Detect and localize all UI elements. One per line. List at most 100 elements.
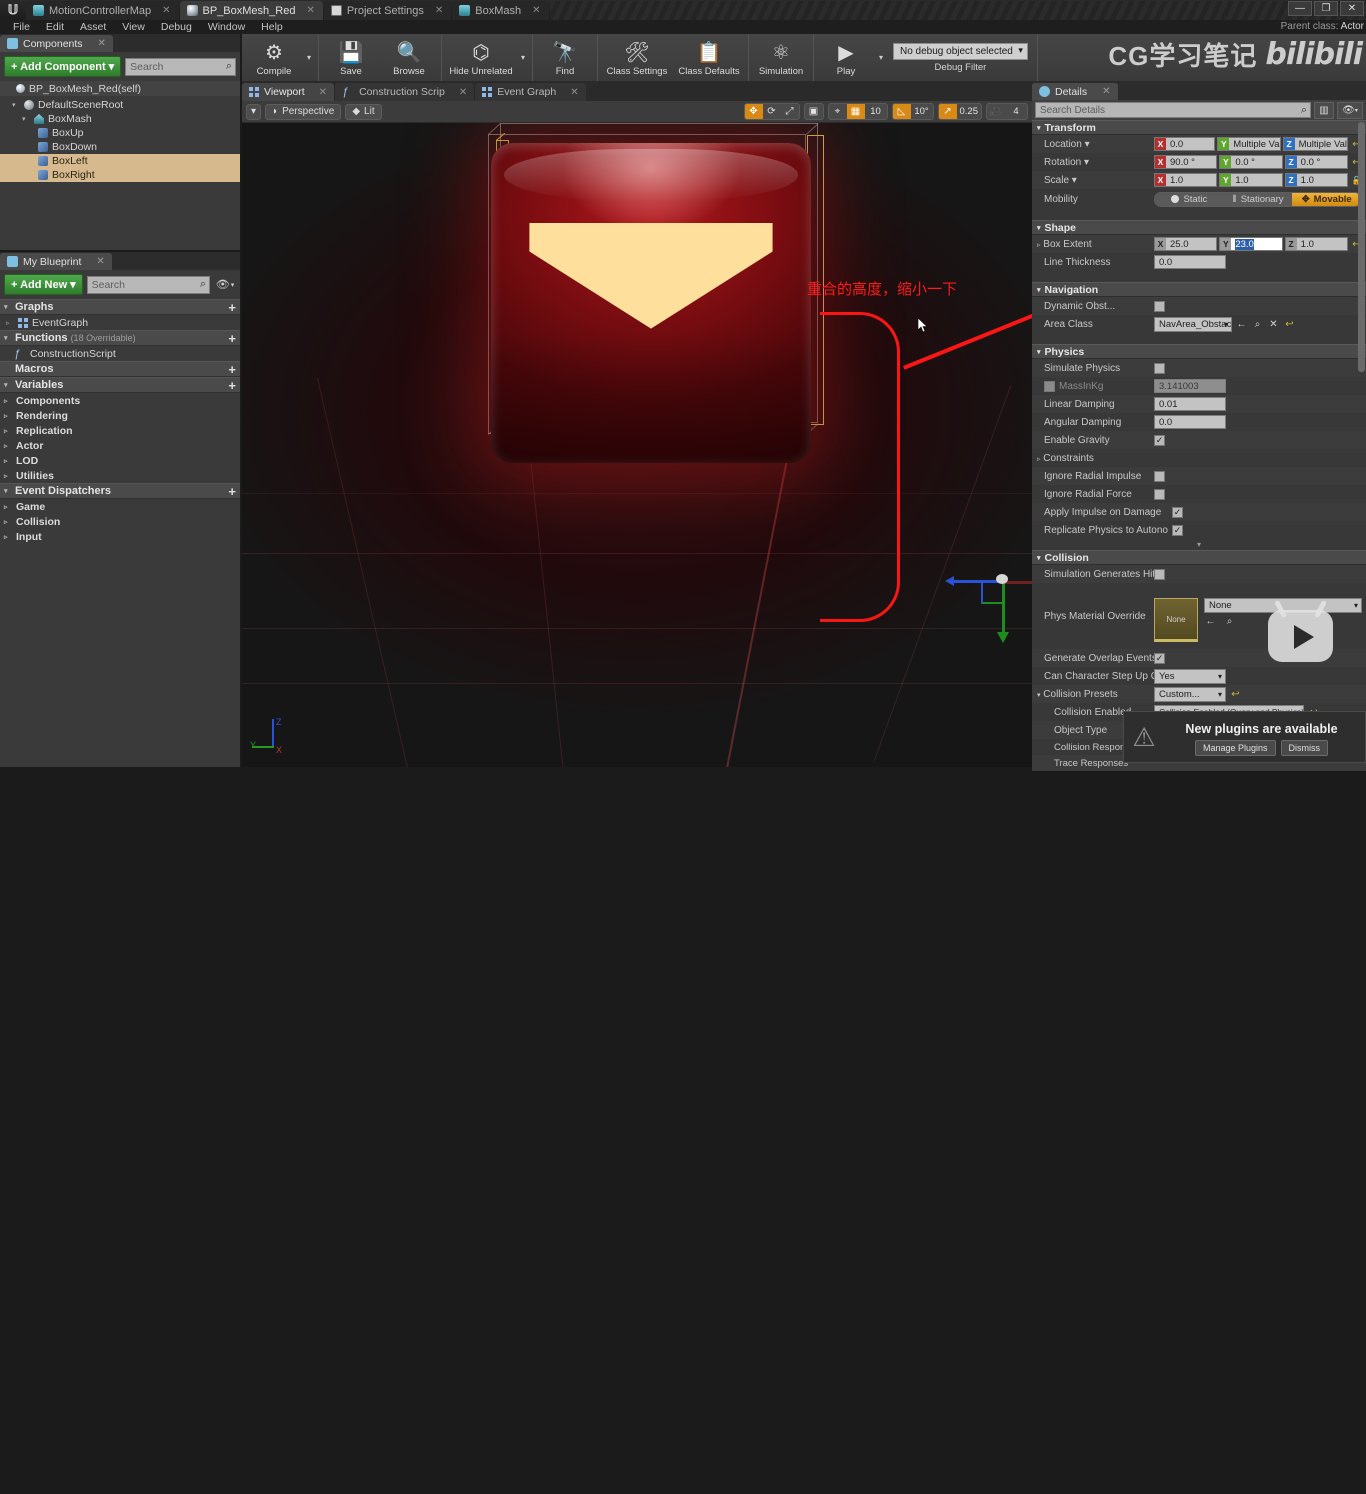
location-z-field[interactable]: Z Multiple Val bbox=[1283, 137, 1348, 151]
expand-arrow-icon[interactable]: ▹ bbox=[4, 427, 12, 435]
collision-presets-label[interactable]: ▾ Collision Presets bbox=[1032, 689, 1154, 700]
components-self-row[interactable]: BP_BoxMesh_Red(self) bbox=[0, 81, 240, 96]
browse-icon[interactable]: ⌕ bbox=[1251, 319, 1264, 330]
play-dropdown-caret[interactable]: ▾ bbox=[875, 34, 887, 81]
variable-category-utilities[interactable]: ▹ Utilities bbox=[0, 468, 240, 483]
close-icon[interactable]: ✕ bbox=[306, 5, 314, 16]
manage-plugins-button[interactable]: Manage Plugins bbox=[1195, 740, 1276, 756]
expand-arrow-icon[interactable]: ▹ bbox=[4, 518, 12, 526]
tree-item-boxleft[interactable]: BoxLeft bbox=[0, 154, 240, 168]
close-icon[interactable]: ✕ bbox=[435, 5, 443, 16]
chevron-down-icon[interactable]: ▾ bbox=[1084, 157, 1089, 168]
menu-view[interactable]: View bbox=[115, 20, 152, 34]
class-defaults-button[interactable]: 📋 Class Defaults bbox=[673, 34, 745, 81]
constraints-label[interactable]: ▹ Constraints bbox=[1032, 453, 1154, 464]
expand-arrow-icon[interactable]: ▹ bbox=[4, 472, 12, 480]
box-extent-label[interactable]: ▹ Box Extent bbox=[1032, 239, 1154, 250]
phys-material-thumbnail[interactable]: None bbox=[1154, 598, 1198, 642]
gizmo-z-axis[interactable] bbox=[1002, 583, 1005, 638]
close-icon[interactable]: ✕ bbox=[162, 5, 170, 16]
rotation-x-field[interactable]: X 90.0 ° bbox=[1154, 155, 1217, 169]
hide-unrelated-caret[interactable]: ▾ bbox=[517, 34, 529, 81]
add-variable-button[interactable]: + bbox=[228, 378, 236, 393]
maximize-button[interactable]: ❐ bbox=[1314, 1, 1338, 16]
rotate-icon[interactable]: ⟳ bbox=[763, 103, 781, 120]
add-new-button[interactable]: + Add New ▾ bbox=[4, 274, 83, 295]
close-icon[interactable]: ✕ bbox=[98, 38, 106, 49]
eye-icon[interactable]: 👁▾ bbox=[1337, 102, 1363, 119]
menu-debug[interactable]: Debug bbox=[154, 20, 199, 34]
viewport-3d-canvas[interactable]: Z Y X bbox=[242, 123, 1032, 767]
back-arrow-icon[interactable]: ← bbox=[1235, 319, 1248, 330]
tree-item-defaultsceneroot[interactable]: ▾ DefaultSceneRoot bbox=[0, 98, 240, 112]
close-icon[interactable]: ✕ bbox=[1102, 86, 1110, 97]
expand-arrow-icon[interactable]: ▹ bbox=[6, 319, 14, 327]
menu-asset[interactable]: Asset bbox=[73, 20, 113, 34]
parent-class-value[interactable]: Actor bbox=[1341, 21, 1364, 32]
tab-viewport[interactable]: Viewport ✕ bbox=[242, 83, 334, 101]
mobility-stationary-option[interactable]: ⦀ Stationary bbox=[1224, 193, 1293, 206]
dispatcher-category-input[interactable]: ▹ Input bbox=[0, 529, 240, 544]
expand-arrow-icon[interactable]: ▾ bbox=[1037, 692, 1041, 699]
tree-item-boxup[interactable]: BoxUp bbox=[0, 126, 240, 140]
tab-project-settings[interactable]: Project Settings ✕ bbox=[324, 1, 451, 20]
browse-icon[interactable]: ⌕ bbox=[1223, 616, 1236, 627]
move-icon[interactable]: ✥ bbox=[745, 103, 763, 120]
mobility-static-option[interactable]: Static bbox=[1155, 193, 1224, 206]
dynamic-obstacle-checkbox[interactable] bbox=[1154, 301, 1165, 312]
tab-details[interactable]: Details ✕ bbox=[1032, 83, 1118, 100]
item-constructionscript[interactable]: ƒ ConstructionScript bbox=[0, 346, 240, 361]
step-up-select[interactable]: Yes bbox=[1154, 669, 1226, 684]
expand-arrow-icon[interactable]: ▹ bbox=[4, 457, 12, 465]
add-dispatcher-button[interactable]: + bbox=[228, 484, 236, 499]
add-function-button[interactable]: + bbox=[228, 331, 236, 346]
world-icon[interactable]: ▣ bbox=[805, 103, 823, 120]
details-search-input[interactable]: Search Details ⌕ bbox=[1035, 102, 1311, 118]
close-button[interactable]: ✕ bbox=[1340, 1, 1364, 16]
simulation-button[interactable]: ⚛ Simulation bbox=[752, 34, 810, 81]
tab-components[interactable]: Components ✕ bbox=[0, 35, 113, 52]
mobility-movable-option[interactable]: ✥ Movable bbox=[1292, 193, 1361, 206]
tab-event-graph[interactable]: Event Graph ✕ bbox=[475, 83, 585, 101]
rotation-label[interactable]: Rotation ▾ bbox=[1032, 157, 1154, 168]
reset-icon[interactable]: ↩ bbox=[1229, 689, 1242, 700]
tab-bp-boxmesh-red[interactable]: BP_BoxMesh_Red ✕ bbox=[180, 1, 323, 20]
scale-snap-value[interactable]: 0.25 bbox=[957, 106, 982, 117]
reset-icon[interactable]: ↩ bbox=[1283, 319, 1296, 330]
ignore-radial-impulse-checkbox[interactable] bbox=[1154, 471, 1165, 482]
variable-category-components[interactable]: ▹ Components bbox=[0, 393, 240, 408]
section-macros[interactable]: ▾ Macros + bbox=[0, 361, 240, 377]
box-mesh-object[interactable] bbox=[491, 143, 811, 463]
add-component-button[interactable]: + Add Component ▾ bbox=[4, 56, 121, 77]
scale-y-field[interactable]: Y 1.0 bbox=[1219, 173, 1282, 187]
physics-expand-more[interactable]: ▾ bbox=[1032, 539, 1366, 550]
variable-category-actor[interactable]: ▹ Actor bbox=[0, 438, 240, 453]
scale-x-field[interactable]: X 1.0 bbox=[1154, 173, 1217, 187]
view-mode-button[interactable]: ◆ Lit bbox=[345, 104, 381, 120]
grid-snap-icon[interactable]: ▦ bbox=[847, 103, 865, 120]
expand-arrow-icon[interactable]: ▹ bbox=[1037, 242, 1041, 249]
expand-arrow-icon[interactable]: ▹ bbox=[4, 533, 12, 541]
variable-category-replication[interactable]: ▹ Replication bbox=[0, 423, 240, 438]
eye-icon[interactable]: 👁▾ bbox=[214, 276, 236, 294]
collision-presets-select[interactable]: Custom... bbox=[1154, 687, 1226, 702]
location-y-field[interactable]: Y Multiple Va bbox=[1217, 137, 1280, 151]
camera-speed-value[interactable]: 4 bbox=[1005, 106, 1027, 117]
apply-impulse-checkbox[interactable]: ✓ bbox=[1172, 507, 1183, 518]
tree-item-boxdown[interactable]: BoxDown bbox=[0, 140, 240, 154]
angle-snap-value[interactable]: 10° bbox=[911, 106, 933, 117]
section-functions[interactable]: ▾ Functions (18 Overridable) + bbox=[0, 330, 240, 346]
details-scrollbar[interactable] bbox=[1358, 122, 1365, 372]
play-button[interactable]: ▶ Play bbox=[817, 34, 875, 81]
expand-arrow-icon[interactable]: ▾ bbox=[12, 101, 20, 109]
tab-my-blueprint[interactable]: My Blueprint ✕ bbox=[0, 253, 112, 270]
rotation-y-field[interactable]: Y 0.0 ° bbox=[1219, 155, 1282, 169]
minimize-button[interactable]: — bbox=[1288, 1, 1312, 16]
dispatcher-category-game[interactable]: ▹ Game bbox=[0, 499, 240, 514]
grid-snap-value[interactable]: 10 bbox=[865, 106, 887, 117]
sim-hit-events-checkbox[interactable] bbox=[1154, 569, 1165, 580]
close-icon[interactable]: ✕ bbox=[459, 87, 467, 98]
expand-arrow-icon[interactable]: ▹ bbox=[4, 412, 12, 420]
variable-category-rendering[interactable]: ▹ Rendering bbox=[0, 408, 240, 423]
expand-arrow-icon[interactable]: ▹ bbox=[4, 442, 12, 450]
